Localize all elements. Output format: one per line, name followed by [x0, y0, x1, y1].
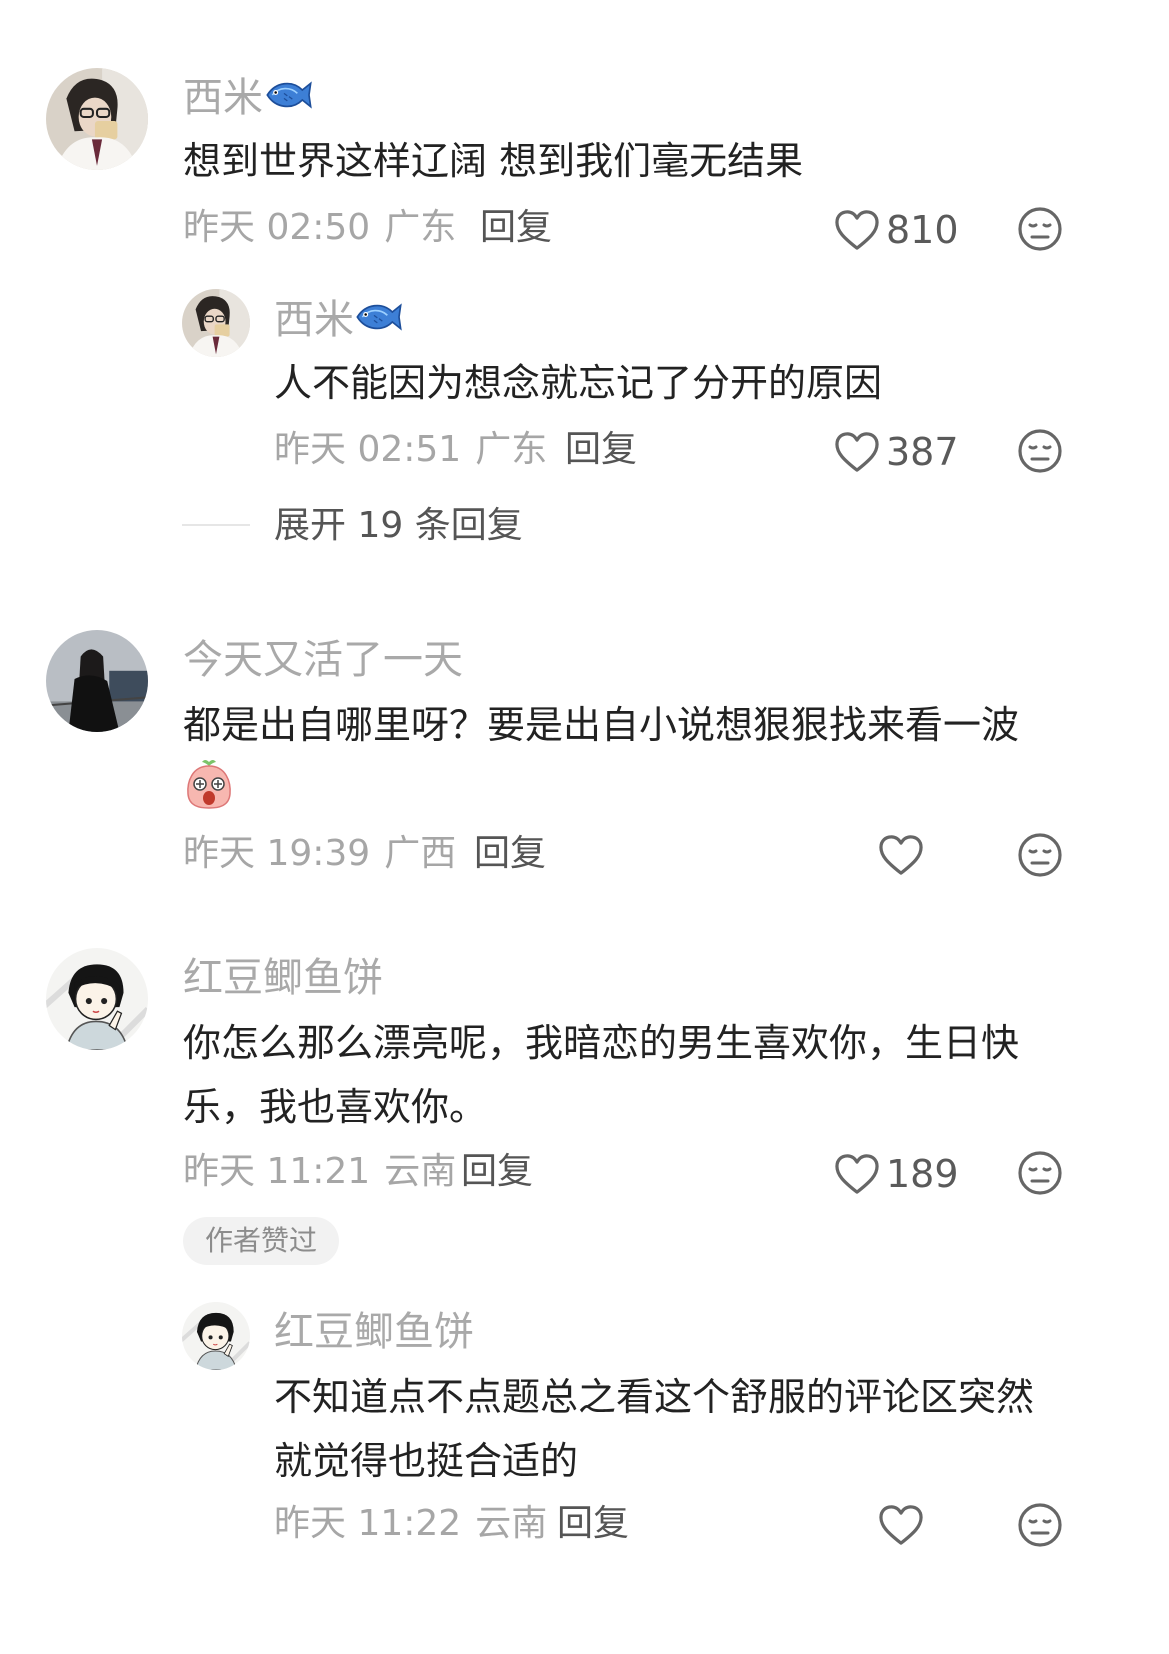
reply-button[interactable]: 回复	[557, 1502, 629, 1546]
reply-button[interactable]: 回复	[461, 1150, 533, 1194]
username[interactable]: 西米	[183, 74, 263, 122]
timestamp: 昨天 19:39	[183, 833, 371, 874]
location: 云南	[475, 1503, 548, 1544]
comment-meta: 昨天 02:51 广东	[274, 428, 547, 472]
comment-meta: 昨天 02:50 广东	[183, 206, 456, 250]
like-button[interactable]: 189	[834, 1152, 959, 1196]
comment-meta: 昨天 11:22 云南	[274, 1502, 547, 1546]
timestamp: 昨天 11:21	[183, 1151, 371, 1192]
reply-button[interactable]: 回复	[474, 832, 546, 876]
like-button[interactable]: 810	[834, 208, 959, 252]
shocked-face-emoji	[187, 760, 231, 809]
username[interactable]: 红豆鲫鱼饼	[274, 1308, 474, 1356]
avatar[interactable]	[182, 1302, 250, 1370]
heart-outline-icon	[834, 431, 880, 473]
username[interactable]: 今天又活了一天	[183, 636, 463, 684]
comment-text: 不知道点不点题总之看这个舒服的评论区突然	[274, 1375, 1035, 1419]
comment-text: 乐，我也喜欢你。	[183, 1085, 488, 1129]
comment-text: 你怎么那么漂亮呢，我暗恋的男生喜欢你，生日快	[183, 1021, 1020, 1065]
timestamp: 昨天 02:50	[183, 207, 371, 248]
reply-button[interactable]: 回复	[565, 428, 637, 472]
comment-meta: 昨天 11:21 云南	[183, 1150, 456, 1194]
comment-text: 人不能因为想念就忘记了分开的原因	[274, 361, 883, 405]
like-count: 387	[886, 430, 959, 474]
avatar[interactable]	[182, 289, 250, 357]
location: 广东	[475, 429, 548, 470]
author-liked-badge: 作者赞过	[183, 1217, 340, 1265]
comment-text: 就觉得也挺合适的	[274, 1439, 579, 1483]
neutral-face-icon[interactable]	[1017, 1502, 1063, 1548]
like-count: 810	[886, 208, 959, 252]
neutral-face-icon[interactable]	[1017, 1150, 1063, 1196]
avatar[interactable]	[46, 948, 148, 1050]
heart-outline-icon	[878, 1504, 924, 1546]
fish-icon	[264, 76, 314, 114]
comment-text: 都是出自哪里呀？要是出自小说想狠狠找来看一波	[183, 703, 1020, 747]
location: 广东	[384, 207, 457, 248]
avatar[interactable]	[46, 630, 148, 732]
comment-meta: 昨天 19:39 广西	[183, 832, 456, 876]
like-button[interactable]	[878, 1504, 924, 1546]
username[interactable]: 红豆鲫鱼饼	[183, 954, 383, 1002]
expand-replies-button[interactable]: 展开 19 条回复	[274, 504, 523, 548]
location: 广西	[384, 833, 457, 874]
expand-divider	[182, 524, 250, 526]
username[interactable]: 西米	[274, 296, 354, 344]
avatar[interactable]	[46, 68, 148, 170]
timestamp: 昨天 11:22	[274, 1503, 462, 1544]
location: 云南	[384, 1151, 457, 1192]
neutral-face-icon[interactable]	[1017, 832, 1063, 878]
heart-outline-icon	[834, 1153, 880, 1195]
like-button[interactable]	[878, 834, 924, 876]
like-button[interactable]: 387	[834, 430, 959, 474]
heart-outline-icon	[834, 209, 880, 251]
neutral-face-icon[interactable]	[1017, 428, 1063, 474]
comment-text: 想到世界这样辽阔 想到我们毫无结果	[183, 139, 804, 183]
like-count: 189	[886, 1152, 959, 1196]
neutral-face-icon[interactable]	[1017, 206, 1063, 252]
fish-icon	[354, 298, 404, 336]
reply-button[interactable]: 回复	[480, 206, 552, 250]
timestamp: 昨天 02:51	[274, 429, 462, 470]
heart-outline-icon	[878, 834, 924, 876]
